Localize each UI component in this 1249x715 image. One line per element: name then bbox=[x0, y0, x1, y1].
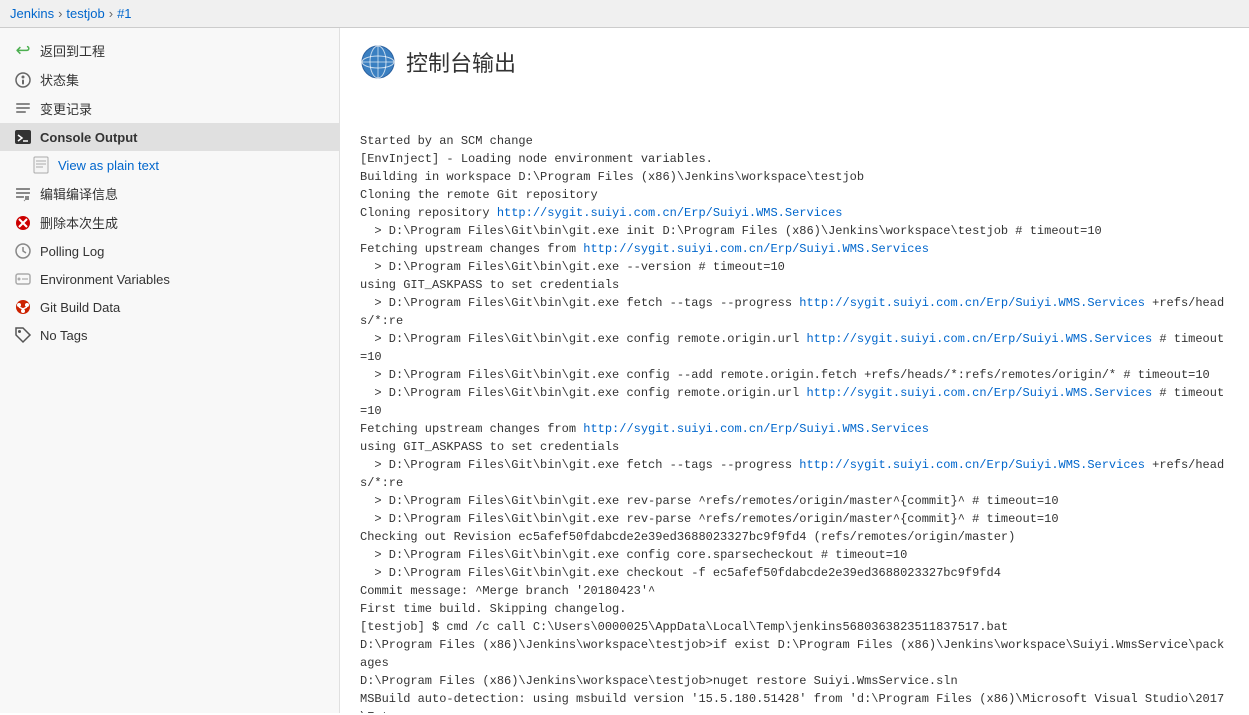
console-line: > D:\Program Files\Git\bin\git.exe check… bbox=[360, 564, 1229, 582]
console-link[interactable]: http://sygit.suiyi.com.cn/Erp/Suiyi.WMS.… bbox=[806, 386, 1152, 400]
changes-icon bbox=[14, 100, 32, 118]
console-line: First time build. Skipping changelog. bbox=[360, 600, 1229, 618]
return-icon: ↩ bbox=[14, 42, 32, 60]
console-line: [testjob] $ cmd /c call C:\Users\0000025… bbox=[360, 618, 1229, 636]
breadcrumb-build-num[interactable]: #1 bbox=[117, 6, 131, 21]
globe-icon bbox=[360, 44, 396, 80]
console-line: D:\Program Files (x86)\Jenkins\workspace… bbox=[360, 636, 1229, 672]
content-area: 控制台输出 Started by an SCM change[EnvInject… bbox=[340, 28, 1249, 713]
sidebar-label-plaintext: View as plain text bbox=[58, 158, 159, 173]
console-line: > D:\Program Files\Git\bin\git.exe confi… bbox=[360, 330, 1229, 366]
console-link[interactable]: http://sygit.suiyi.com.cn/Erp/Suiyi.WMS.… bbox=[806, 332, 1152, 346]
console-line: Checking out Revision ec5afef50fdabcde2e… bbox=[360, 528, 1229, 546]
env-icon bbox=[14, 270, 32, 288]
console-line: > D:\Program Files\Git\bin\git.exe confi… bbox=[360, 366, 1229, 384]
sidebar-item-polling[interactable]: Polling Log bbox=[0, 237, 339, 265]
console-link[interactable]: http://sygit.suiyi.com.cn/Erp/Suiyi.WMS.… bbox=[497, 206, 843, 220]
delete-icon bbox=[14, 214, 32, 232]
edit-icon bbox=[14, 185, 32, 203]
console-line: D:\Program Files (x86)\Jenkins\workspace… bbox=[360, 672, 1229, 690]
console-link[interactable]: http://sygit.suiyi.com.cn/Erp/Suiyi.WMS.… bbox=[583, 242, 929, 256]
sidebar-label-changes: 变更记录 bbox=[40, 99, 92, 118]
console-line: Building in workspace D:\Program Files (… bbox=[360, 168, 1229, 186]
console-line: using GIT_ASKPASS to set credentials bbox=[360, 438, 1229, 456]
sidebar-label-status: 状态集 bbox=[40, 70, 79, 89]
sidebar-label-polling: Polling Log bbox=[40, 244, 104, 259]
console-line: Cloning repository http://sygit.suiyi.co… bbox=[360, 204, 1229, 222]
breadcrumb-bar: Jenkins › testjob › #1 bbox=[0, 0, 1249, 28]
console-line: using GIT_ASKPASS to set credentials bbox=[360, 276, 1229, 294]
page-title-area: 控制台输出 bbox=[360, 44, 1229, 80]
console-line: MSBuild auto-detection: using msbuild ve… bbox=[360, 690, 1229, 713]
console-line: > D:\Program Files\Git\bin\git.exe --ver… bbox=[360, 258, 1229, 276]
console-line: Fetching upstream changes from http://sy… bbox=[360, 240, 1229, 258]
sidebar-item-status[interactable]: 状态集 bbox=[0, 65, 339, 94]
status-icon bbox=[14, 71, 32, 89]
console-line: Cloning the remote Git repository bbox=[360, 186, 1229, 204]
sidebar-label-delete: 删除本次生成 bbox=[40, 213, 118, 232]
console-line: Commit message: ^Merge branch '20180423'… bbox=[360, 582, 1229, 600]
sidebar-item-delete[interactable]: 删除本次生成 bbox=[0, 208, 339, 237]
sidebar-label-env: Environment Variables bbox=[40, 272, 170, 287]
sidebar-item-edit[interactable]: 编辑编译信息 bbox=[0, 179, 339, 208]
breadcrumb-jenkins[interactable]: Jenkins bbox=[10, 6, 54, 21]
console-line: > D:\Program Files\Git\bin\git.exe confi… bbox=[360, 384, 1229, 420]
sidebar-item-changes[interactable]: 变更记录 bbox=[0, 94, 339, 123]
sidebar-label-console: Console Output bbox=[40, 130, 138, 145]
sidebar-item-env[interactable]: Environment Variables bbox=[0, 265, 339, 293]
sidebar-item-plaintext[interactable]: View as plain text bbox=[0, 151, 339, 179]
console-line: Fetching upstream changes from http://sy… bbox=[360, 420, 1229, 438]
sidebar-item-git[interactable]: Git Build Data bbox=[0, 293, 339, 321]
sidebar-label-tags: No Tags bbox=[40, 328, 87, 343]
sidebar: ↩ 返回到工程 状态集 变更记录 bbox=[0, 28, 340, 713]
polling-icon bbox=[14, 242, 32, 260]
console-line: > D:\Program Files\Git\bin\git.exe init … bbox=[360, 222, 1229, 240]
console-line: Started by an SCM change bbox=[360, 132, 1229, 150]
sidebar-item-tags[interactable]: No Tags bbox=[0, 321, 339, 349]
console-line: > D:\Program Files\Git\bin\git.exe rev-p… bbox=[360, 510, 1229, 528]
breadcrumb-sep-1: › bbox=[58, 6, 62, 21]
plaintext-icon bbox=[32, 156, 50, 174]
sidebar-item-console[interactable]: Console Output bbox=[0, 123, 339, 151]
console-link[interactable]: http://sygit.suiyi.com.cn/Erp/Suiyi.WMS.… bbox=[799, 296, 1145, 310]
console-icon bbox=[14, 128, 32, 146]
console-output: Started by an SCM change[EnvInject] - Lo… bbox=[360, 96, 1229, 713]
sidebar-item-return[interactable]: ↩ 返回到工程 bbox=[0, 36, 339, 65]
sidebar-label-edit: 编辑编译信息 bbox=[40, 184, 118, 203]
breadcrumb-sep-2: › bbox=[109, 6, 113, 21]
console-line: > D:\Program Files\Git\bin\git.exe rev-p… bbox=[360, 492, 1229, 510]
page-title: 控制台输出 bbox=[406, 46, 516, 78]
tag-icon bbox=[14, 326, 32, 344]
console-line: > D:\Program Files\Git\bin\git.exe fetch… bbox=[360, 456, 1229, 492]
console-line: > D:\Program Files\Git\bin\git.exe confi… bbox=[360, 546, 1229, 564]
sidebar-label-return: 返回到工程 bbox=[40, 41, 105, 60]
git-icon bbox=[14, 298, 32, 316]
main-layout: ↩ 返回到工程 状态集 变更记录 bbox=[0, 28, 1249, 713]
console-line: > D:\Program Files\Git\bin\git.exe fetch… bbox=[360, 294, 1229, 330]
console-link[interactable]: http://sygit.suiyi.com.cn/Erp/Suiyi.WMS.… bbox=[583, 422, 929, 436]
breadcrumb-testjob[interactable]: testjob bbox=[66, 6, 104, 21]
sidebar-label-git: Git Build Data bbox=[40, 300, 120, 315]
console-line: [EnvInject] - Loading node environment v… bbox=[360, 150, 1229, 168]
console-link[interactable]: http://sygit.suiyi.com.cn/Erp/Suiyi.WMS.… bbox=[799, 458, 1145, 472]
